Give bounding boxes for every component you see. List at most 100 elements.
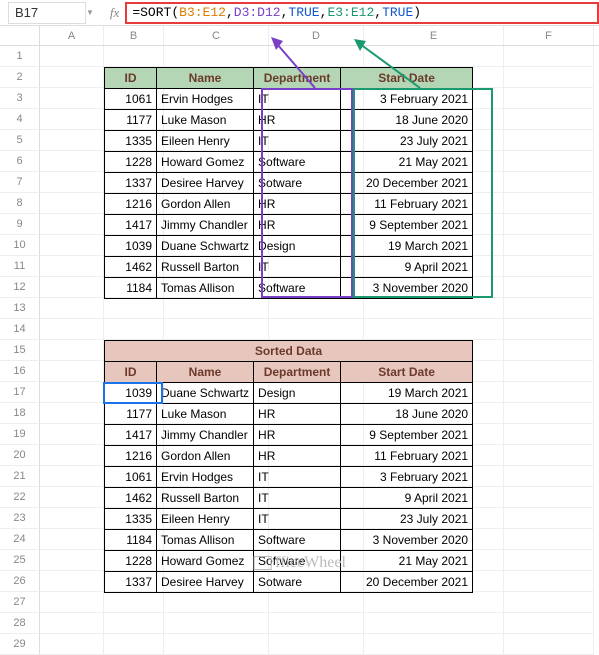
cell-name[interactable]: Russell Barton [157,488,254,509]
cell-dept[interactable]: Software [254,530,341,551]
cell-dept[interactable]: IT [254,467,341,488]
cell-id[interactable]: 1462 [105,488,157,509]
row-header[interactable]: 7 [0,172,40,193]
row-header[interactable]: 26 [0,571,40,592]
cell-date[interactable]: 3 February 2021 [341,89,473,110]
row-header[interactable]: 4 [0,109,40,130]
cell-date[interactable]: 19 March 2021 [341,383,473,404]
col-header[interactable]: F [504,26,594,45]
cell-id[interactable]: 1177 [105,110,157,131]
cell-name[interactable]: Howard Gomez [157,551,254,572]
row-header[interactable]: 14 [0,319,40,340]
cell-dept[interactable]: IT [254,131,341,152]
cell-name[interactable]: Tomas Allison [157,278,254,299]
cell-name[interactable]: Jimmy Chandler [157,215,254,236]
cell-dept[interactable]: IT [254,488,341,509]
cell-name[interactable]: Eileen Henry [157,131,254,152]
cell-date[interactable]: 9 April 2021 [341,488,473,509]
cell-id[interactable]: 1335 [105,509,157,530]
col-header[interactable]: A [40,26,104,45]
row-header[interactable]: 6 [0,151,40,172]
col-header[interactable]: B [104,26,164,45]
cell-name[interactable]: Luke Mason [157,404,254,425]
cell-name[interactable]: Duane Schwartz [157,383,254,404]
row-header[interactable]: 15 [0,340,40,361]
cell-date[interactable]: 19 March 2021 [341,236,473,257]
cell-name[interactable]: Tomas Allison [157,530,254,551]
col-header[interactable]: C [164,26,269,45]
cell-id[interactable]: 1061 [105,89,157,110]
row-header[interactable]: 17 [0,382,40,403]
cell-dept[interactable]: HR [254,194,341,215]
cell-name[interactable]: Eileen Henry [157,509,254,530]
row-header[interactable]: 5 [0,130,40,151]
row-header[interactable]: 11 [0,256,40,277]
row-header[interactable]: 16 [0,361,40,382]
row-header[interactable]: 3 [0,88,40,109]
cell-date[interactable]: 18 June 2020 [341,404,473,425]
cell-name[interactable]: Howard Gomez [157,152,254,173]
cell-id[interactable]: 1462 [105,257,157,278]
cell-date[interactable]: 11 February 2021 [341,446,473,467]
row-header[interactable]: 13 [0,298,40,319]
cell-dept[interactable]: HR [254,404,341,425]
cell-date[interactable]: 3 November 2020 [341,530,473,551]
row-header[interactable]: 24 [0,529,40,550]
cell-date[interactable]: 9 September 2021 [341,425,473,446]
cell-date[interactable]: 9 April 2021 [341,257,473,278]
cell-date[interactable]: 23 July 2021 [341,509,473,530]
col-header[interactable]: E [364,26,504,45]
row-header[interactable]: 2 [0,67,40,88]
cell-date[interactable]: 23 July 2021 [341,131,473,152]
col-header[interactable]: D [269,26,364,45]
cell-dept[interactable]: Design [254,236,341,257]
cell-dept[interactable]: HR [254,446,341,467]
cell-name[interactable]: Jimmy Chandler [157,425,254,446]
cell-dept[interactable]: HR [254,425,341,446]
cell-id[interactable]: 1337 [105,572,157,593]
cell-name[interactable]: Desiree Harvey [157,173,254,194]
cell-dept[interactable]: Sotware [254,173,341,194]
cell-date[interactable]: 20 December 2021 [341,572,473,593]
row-header[interactable]: 8 [0,193,40,214]
cell-name[interactable]: Luke Mason [157,110,254,131]
row-header[interactable]: 28 [0,613,40,634]
cell-ref-dropdown-icon[interactable]: ▼ [86,8,94,17]
cell-dept[interactable]: IT [254,89,341,110]
cells-area[interactable]: ID Name Department Start Date 1061Ervin … [40,46,599,655]
cell-date[interactable]: 20 December 2021 [341,173,473,194]
cell-date[interactable]: 9 September 2021 [341,215,473,236]
row-header[interactable]: 29 [0,634,40,655]
cell-name[interactable]: Gordon Allen [157,194,254,215]
cell-id[interactable]: 1337 [105,173,157,194]
select-all-corner[interactable] [0,26,40,45]
cell-reference-box[interactable]: B17 [8,2,86,24]
cell-dept[interactable]: Design [254,383,341,404]
row-header[interactable]: 22 [0,487,40,508]
cell-id[interactable]: 1039 [105,383,157,404]
cell-id[interactable]: 1228 [105,152,157,173]
cell-id[interactable]: 1039 [105,236,157,257]
cell-id[interactable]: 1061 [105,467,157,488]
row-header[interactable]: 23 [0,508,40,529]
cell-name[interactable]: Russell Barton [157,257,254,278]
cell-date[interactable]: 21 May 2021 [341,551,473,572]
row-header[interactable]: 27 [0,592,40,613]
row-header[interactable]: 1 [0,46,40,67]
cell-dept[interactable]: Sotware [254,572,341,593]
cell-id[interactable]: 1228 [105,551,157,572]
cell-id[interactable]: 1184 [105,530,157,551]
cell-name[interactable]: Ervin Hodges [157,89,254,110]
row-header[interactable]: 25 [0,550,40,571]
cell-name[interactable]: Desiree Harvey [157,572,254,593]
cell-name[interactable]: Gordon Allen [157,446,254,467]
cell-id[interactable]: 1417 [105,215,157,236]
cell-id[interactable]: 1184 [105,278,157,299]
cell-dept[interactable]: Software [254,152,341,173]
cell-dept[interactable]: IT [254,509,341,530]
cell-date[interactable]: 3 November 2020 [341,278,473,299]
row-header[interactable]: 21 [0,466,40,487]
cell-name[interactable]: Duane Schwartz [157,236,254,257]
cell-dept[interactable]: IT [254,257,341,278]
row-header[interactable]: 9 [0,214,40,235]
